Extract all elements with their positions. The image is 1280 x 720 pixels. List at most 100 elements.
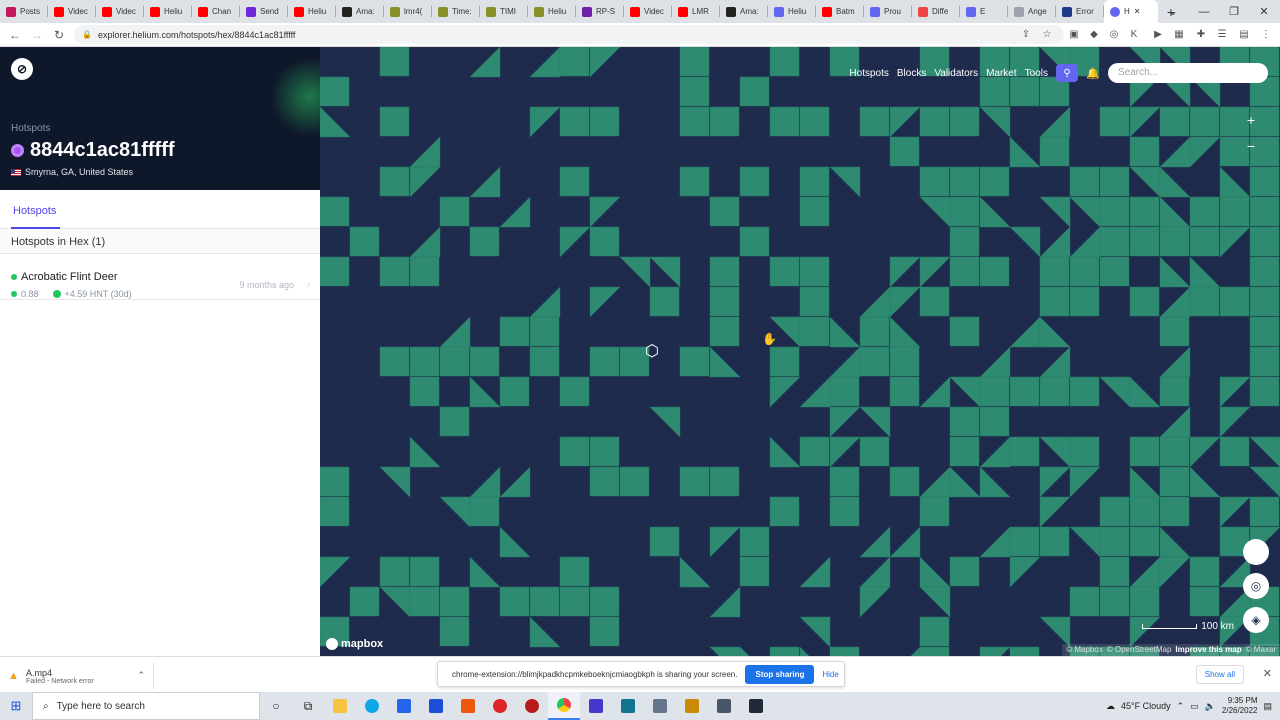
browser-tab[interactable]: Ama: [336,0,384,23]
info-button[interactable] [1243,539,1269,565]
chrome-icon[interactable] [548,692,580,720]
app-icon[interactable] [740,692,772,720]
office-icon[interactable] [452,692,484,720]
forward-icon[interactable]: → [26,24,48,46]
clock[interactable]: 9:35 PM 2/26/2022 [1222,696,1258,716]
attribution-osm[interactable]: © OpenStreetMap [1107,645,1172,655]
attribution-maxar[interactable]: © Maxar [1246,645,1276,655]
browser-tab[interactable]: RP-S [576,0,624,23]
browser-tab[interactable]: Heliu [528,0,576,23]
app-icon[interactable] [516,692,548,720]
hex-marker-icon[interactable]: ⬡ [644,344,660,360]
zoom-out-button[interactable]: − [1240,135,1262,157]
extension-icon[interactable]: ◎ [1106,26,1122,42]
extension-icon[interactable]: ▤ [1236,26,1252,42]
edge-icon[interactable] [356,692,388,720]
calculator-icon[interactable] [708,692,740,720]
nav-validators[interactable]: Validators [934,68,978,79]
browser-tab[interactable]: Videc [624,0,672,23]
menu-icon[interactable]: ⋮ [1258,26,1274,42]
browser-tab[interactable]: Time: [432,0,480,23]
nav-hotspots[interactable]: Hotspots [849,68,888,79]
browser-tab[interactable]: Prou [864,0,912,23]
extension-icon[interactable]: ▣ [1066,26,1082,42]
browser-tab[interactable]: Heliu [768,0,816,23]
search-input[interactable]: Search... [1108,63,1268,83]
app-icon[interactable] [580,692,612,720]
address-bar[interactable]: 🔒 explorer.helium.com/hotspots/hex/8844c… [74,25,1064,44]
bell-icon[interactable]: 🔔 [1086,67,1100,80]
nav-market[interactable]: Market [986,68,1017,79]
browser-tab[interactable]: Videc [48,0,96,23]
list-item[interactable]: Acrobatic Flint Deer 0.88 +4.59 HNT (30d… [0,254,320,300]
browser-tab-active[interactable]: H ✕ [1104,0,1158,23]
browser-tab[interactable]: Ama: [720,0,768,23]
puzzle-icon[interactable]: ✚ [1193,26,1209,42]
nav-blocks[interactable]: Blocks [897,68,926,79]
metamask-icon[interactable]: ◆ [1086,26,1102,42]
browser-tab[interactable]: lmr4( [384,0,432,23]
download-item[interactable]: ▲ A.mp4 Failed - Network error ⌃ [8,663,154,689]
coverage-map[interactable]: Hotspots Blocks Validators Market Tools ⚲ 🔔 Sea… [320,47,1280,656]
reading-list-icon[interactable]: ☰ [1214,26,1230,42]
browser-tab[interactable]: Send [240,0,288,23]
browser-tab[interactable]: Diffe [912,0,960,23]
browser-tab[interactable]: Chan [192,0,240,23]
file-explorer-icon[interactable] [324,692,356,720]
reload-icon[interactable]: ↻ [48,24,70,46]
opera-icon[interactable] [484,692,516,720]
hide-button[interactable]: Hide [822,670,838,679]
tab-hotspots[interactable]: Hotspots [13,205,56,217]
volume-icon[interactable]: 🔈 [1205,701,1216,712]
browser-tab[interactable]: Batm [816,0,864,23]
show-all-button[interactable]: Show all [1195,665,1244,684]
browser-tab[interactable]: Heliu [144,0,192,23]
stop-sharing-button[interactable]: Stop sharing [745,664,815,684]
extension-icon[interactable]: ▦ [1171,26,1187,42]
browser-tab[interactable]: Heliu [288,0,336,23]
hotspot-icon-button[interactable]: ⚲ [1056,64,1078,82]
network-icon[interactable]: ▭ [1190,701,1199,712]
tab-search-icon[interactable]: ⌄ [1157,0,1189,23]
layers-icon[interactable]: ◈ [1243,607,1269,633]
nav-tools[interactable]: Tools [1025,68,1048,79]
browser-tab[interactable]: TIMI [480,0,528,23]
task-view-icon[interactable]: ⧉ [292,692,324,720]
app-icon[interactable] [612,692,644,720]
notification-icon[interactable]: ▤ [1263,701,1272,712]
browser-tab[interactable]: Videc [96,0,144,23]
close-window-button[interactable]: ✕ [1248,0,1280,23]
back-icon[interactable]: ← [4,24,26,46]
app-icon[interactable] [676,692,708,720]
locate-icon[interactable]: ◎ [1243,573,1269,599]
browser-tab[interactable]: Posts [0,0,48,23]
browser-tab[interactable]: Error [1056,0,1104,23]
windows-start-icon[interactable]: ⊞ [0,692,32,720]
maximize-button[interactable]: ❐ [1218,0,1250,23]
app-icon[interactable] [644,692,676,720]
minimize-button[interactable]: — [1188,0,1220,23]
taskbar-search[interactable]: ⌕ Type here to search [32,692,260,720]
weather-text[interactable]: 45°F Cloudy [1121,701,1171,711]
coverage-cell [1219,166,1251,198]
improve-map-link[interactable]: Improve this map [1175,645,1241,655]
browser-tab[interactable]: Ange [1008,0,1056,23]
cortana-icon[interactable]: ○ [260,692,292,720]
bookmark-star-icon[interactable]: ☆ [1039,26,1055,42]
share-icon[interactable]: ⇪ [1018,26,1034,42]
helium-logo-icon[interactable]: ⊘ [11,58,33,80]
attribution-mapbox[interactable]: © Mapbox [1066,645,1103,655]
chevron-up-icon[interactable]: ⌃ [1177,701,1185,712]
browser-tab[interactable]: E [960,0,1008,23]
extension-icon[interactable]: K [1126,26,1142,42]
chevron-up-icon[interactable]: ⌃ [137,670,145,681]
store-icon[interactable] [388,692,420,720]
breadcrumb[interactable]: Hotspots [11,123,50,134]
mail-icon[interactable] [420,692,452,720]
close-icon[interactable]: ✕ [1263,667,1272,680]
browser-tab[interactable]: LMR [672,0,720,23]
coverage-cell [859,406,891,438]
close-tab-icon[interactable]: ✕ [1134,7,1141,16]
extension-icon[interactable]: ▶ [1150,26,1166,42]
zoom-in-button[interactable]: + [1240,109,1262,131]
